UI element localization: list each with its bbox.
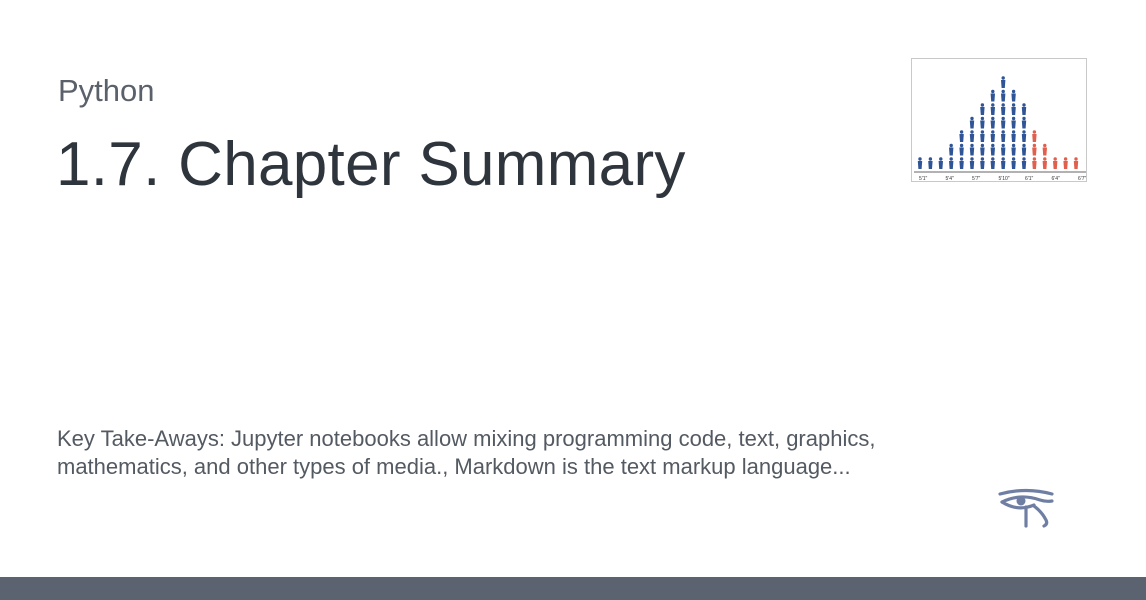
person-figure bbox=[1011, 157, 1016, 169]
axis-tick-label: 5'7" bbox=[972, 176, 981, 182]
person-figure bbox=[1021, 103, 1027, 115]
person-figure bbox=[969, 157, 975, 169]
person-figure bbox=[990, 89, 995, 102]
person-figure bbox=[1011, 116, 1016, 129]
person-figure bbox=[928, 157, 933, 169]
person-figure bbox=[1073, 157, 1079, 169]
footer-bar bbox=[0, 577, 1146, 600]
person-figure bbox=[1053, 157, 1058, 169]
site-name: Python bbox=[58, 73, 155, 108]
person-figure bbox=[1021, 130, 1027, 142]
person-figure bbox=[959, 130, 964, 142]
person-figure bbox=[990, 143, 995, 156]
axis-tick-label: 6'1" bbox=[1025, 176, 1034, 182]
person-figure bbox=[980, 130, 985, 142]
person-figure bbox=[1011, 143, 1016, 156]
eye-of-horus-icon bbox=[996, 488, 1056, 532]
people-pyramid-figure: 5'1" 5'4" 5'7" 5'10" 6'1" 6'4" 6'7" bbox=[914, 76, 1087, 182]
description: Key Take-Aways: Jupyter notebooks allow … bbox=[57, 426, 876, 479]
axis-tick-label: 6'7" bbox=[1078, 176, 1087, 182]
person-figure bbox=[1021, 116, 1027, 129]
person-figure bbox=[1001, 116, 1006, 129]
person-figure bbox=[938, 157, 943, 169]
person-figure bbox=[949, 143, 954, 156]
person-figure bbox=[980, 116, 985, 129]
person-figure bbox=[1001, 76, 1006, 88]
person-figure bbox=[980, 143, 985, 156]
person-figure bbox=[990, 157, 995, 169]
person-figure bbox=[917, 157, 923, 169]
person-figure bbox=[959, 143, 964, 156]
person-figure bbox=[990, 103, 995, 115]
axis-tick-label: 5'10" bbox=[999, 176, 1010, 182]
page-title: 1.7. Chapter Summary bbox=[56, 130, 686, 199]
person-figure bbox=[949, 157, 954, 169]
person-figure bbox=[1001, 103, 1006, 115]
axis-tick-label: 6'4" bbox=[1052, 176, 1061, 182]
person-figure bbox=[969, 116, 975, 129]
axis-tick-label: 5'4" bbox=[946, 176, 955, 182]
height-distribution-thumbnail: 5'1" 5'4" 5'7" 5'10" 6'1" 6'4" 6'7" bbox=[911, 58, 1087, 182]
person-figure bbox=[980, 103, 985, 115]
person-figure bbox=[1032, 157, 1037, 169]
person-figure bbox=[1042, 157, 1047, 169]
person-figure bbox=[959, 157, 964, 169]
person-figure bbox=[1021, 143, 1027, 156]
person-figure bbox=[990, 116, 995, 129]
person-figure bbox=[1011, 89, 1016, 102]
person-figure bbox=[1021, 157, 1027, 169]
axis-tick-label: 5'1" bbox=[919, 176, 928, 182]
person-figure bbox=[1032, 130, 1037, 142]
person-figure bbox=[1063, 157, 1068, 169]
person-figure bbox=[969, 130, 975, 142]
person-figure bbox=[990, 130, 995, 142]
person-figure bbox=[1011, 130, 1016, 142]
person-figure bbox=[1032, 143, 1037, 156]
person-figure bbox=[1001, 157, 1006, 169]
person-figure bbox=[1001, 89, 1006, 102]
person-figure bbox=[1001, 143, 1006, 156]
person-figure bbox=[1011, 103, 1016, 115]
person-figure bbox=[969, 143, 975, 156]
person-figure bbox=[980, 157, 985, 169]
person-figure bbox=[1001, 130, 1006, 142]
person-figure bbox=[1042, 143, 1047, 156]
